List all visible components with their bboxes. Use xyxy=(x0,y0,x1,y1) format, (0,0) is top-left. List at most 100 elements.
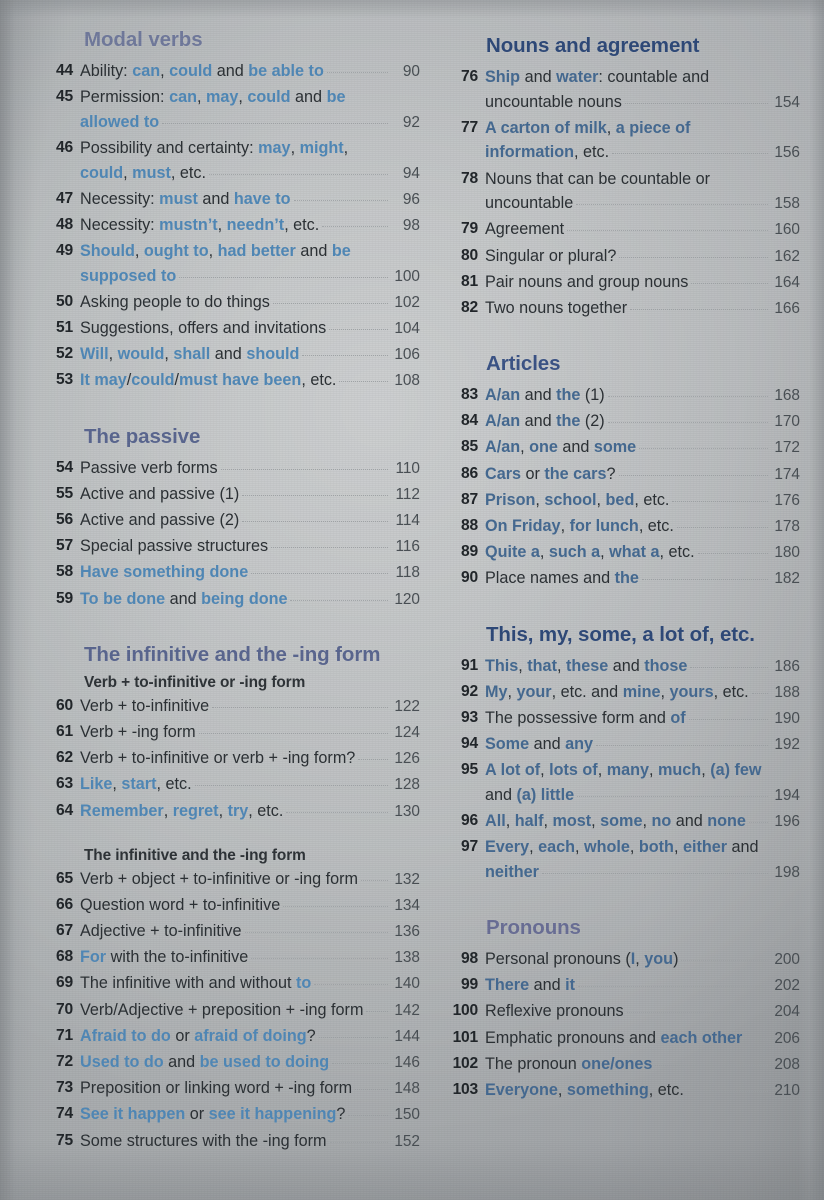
contents-entry[interactable]: 61 Verb + -ing form 124 xyxy=(50,720,420,746)
contents-entry[interactable]: 84 A/an and the (2) 170 xyxy=(452,409,800,435)
dotted-leader xyxy=(314,983,388,986)
entry-body: This, that, these and those 186 xyxy=(485,654,800,680)
contents-entry[interactable]: 71 Afraid to do or afraid of doing? 144 xyxy=(50,1024,420,1050)
contents-entry[interactable]: 64 Remember, regret, try, etc. 130 xyxy=(50,799,420,825)
contents-entry[interactable]: 82 Two nouns together 166 xyxy=(452,296,800,322)
dotted-leader xyxy=(329,328,388,331)
contents-entry[interactable]: 44 Ability: can, could and be able to 90 xyxy=(50,59,420,85)
contents-entry[interactable]: 67 Adjective + to-infinitive 136 xyxy=(50,919,420,945)
contents-entry[interactable]: 81 Pair nouns and group nouns 164 xyxy=(452,270,800,296)
grammar-term: half xyxy=(514,812,544,831)
contents-entry[interactable]: 83 A/an and the (1) 168 xyxy=(452,383,800,409)
contents-entry[interactable]: 55 Active and passive (1) 112 xyxy=(50,482,420,508)
entry-page-number: 170 xyxy=(774,413,800,431)
contents-entry[interactable]: 75 Some structures with the -ing form 152 xyxy=(50,1129,420,1155)
dotted-leader xyxy=(630,308,768,310)
entry-body: Afraid to do or afraid of doing? 144 xyxy=(80,1024,420,1050)
plain-text: Reflexive pronouns xyxy=(485,1002,624,1021)
contents-entry[interactable]: 48 Necessity: mustn’t, needn’t, etc. 98 xyxy=(50,213,420,239)
contents-entry[interactable]: 60 Verb + to-infinitive 122 xyxy=(50,694,420,720)
contents-entry[interactable]: 100 Reflexive pronouns 204 xyxy=(452,999,800,1025)
contents-entry[interactable]: 52 Will, would, shall and should 106 xyxy=(50,342,420,368)
contents-entry[interactable]: 92 My, your, etc. and mine, yours, etc. 18… xyxy=(452,680,800,706)
contents-entry[interactable]: 85 A/an, one and some 172 xyxy=(452,435,800,461)
contents-entry[interactable]: 78 Nouns that can be countable or uncounta… xyxy=(452,167,800,217)
contents-entry[interactable]: 101 Emphatic pronouns and each other 206 xyxy=(452,1026,800,1052)
plain-text: Adjective + to-infinitive xyxy=(80,922,242,941)
contents-entry[interactable]: 76 Ship and water: countable and uncountab… xyxy=(452,65,800,115)
dotted-leader xyxy=(624,102,768,104)
contents-entry[interactable]: 87 Prison, school, bed, etc. 176 xyxy=(452,488,800,514)
entry-title-text: For with the to-infinitive xyxy=(80,945,250,970)
entry-number: 44 xyxy=(56,62,73,79)
contents-entry[interactable]: 53 It may/could/must have been, etc. 108 xyxy=(50,368,420,394)
entry-page-number: 172 xyxy=(774,439,800,457)
entry-title-text: uncountable xyxy=(485,191,575,216)
contents-entry[interactable]: 54 Passive verb forms 110 xyxy=(50,456,420,482)
contents-entry[interactable]: 97 Every, each, whole, both, either and ne… xyxy=(452,835,800,885)
contents-entry[interactable]: 63 Like, start, etc. 128 xyxy=(50,772,420,798)
grammar-term: a piece of xyxy=(615,118,691,137)
entry-number: 64 xyxy=(56,801,73,819)
entry-body: See it happen or see it happening? 150 xyxy=(80,1102,420,1128)
entry-title-line-last: For with the to-infinitive 138 xyxy=(80,945,420,971)
plain-text: Nouns that can be countable or xyxy=(485,169,710,188)
contents-entry[interactable]: 69 The infinitive with and without to 140 xyxy=(50,971,420,997)
contents-entry[interactable]: 96 All, half, most, some, no and none 196 xyxy=(452,809,800,835)
contents-entry[interactable]: 50 Asking people to do things 102 xyxy=(50,290,420,316)
contents-entry[interactable]: 68 For with the to-infinitive 138 xyxy=(50,945,420,971)
contents-entry[interactable]: 94 Some and any 192 xyxy=(452,732,800,758)
entry-number: 45 xyxy=(56,88,73,106)
contents-entry[interactable]: 58 Have something done 118 xyxy=(50,560,420,586)
contents-entry[interactable]: 70 Verb/Adjective + preposition + -ing fo… xyxy=(50,998,420,1024)
contents-entry[interactable]: 72 Used to do and be used to doing 146 xyxy=(50,1050,420,1076)
plain-text: Active and passive (2) xyxy=(80,511,240,530)
contents-entry[interactable]: 47 Necessity: must and have to 96 xyxy=(50,187,420,213)
entry-number: 87 xyxy=(461,490,478,508)
entry-title-line-last: Singular or plural? 162 xyxy=(485,244,800,270)
dotted-leader xyxy=(242,520,388,523)
entry-title-text: A lot of, lots of, many, much, (a) few xyxy=(485,761,763,779)
contents-entry[interactable]: 62 Verb + to-infinitive or verb + -ing fo… xyxy=(50,746,420,772)
dotted-leader xyxy=(332,1062,388,1065)
contents-entry[interactable]: 88 On Friday, for lunch, etc. 178 xyxy=(452,514,800,540)
contents-entry[interactable]: 45 Permission: can, may, could and be allo… xyxy=(50,85,420,135)
entry-body: The pronoun one/ones 208 xyxy=(485,1052,800,1078)
dotted-leader xyxy=(596,744,768,747)
contents-entry[interactable]: 66 Question word + to-infinitive 134 xyxy=(50,893,420,919)
contents-entry[interactable]: 102 The pronoun one/ones 208 xyxy=(452,1052,800,1078)
contents-entry[interactable]: 57 Special passive structures 116 xyxy=(50,534,420,560)
entry-number: 93 xyxy=(461,708,478,726)
contents-entry[interactable]: 77 A carton of milk, a piece of informatio… xyxy=(452,116,800,166)
contents-entry[interactable]: 80 Singular or plural? 162 xyxy=(452,244,800,270)
plain-text: , xyxy=(520,438,530,457)
contents-entry[interactable]: 95 A lot of, lots of, many, much, (a) few… xyxy=(452,758,800,808)
dotted-leader xyxy=(626,1011,768,1014)
contents-entry[interactable]: 91 This, that, these and those 186 xyxy=(452,654,800,680)
contents-entry[interactable]: 99 There and it 202 xyxy=(452,973,800,999)
grammar-term: be able to xyxy=(248,62,324,80)
contents-entry[interactable]: 49 Should, ought to, had better and be sup… xyxy=(50,239,420,289)
contents-entry[interactable]: 89 Quite a, such a, what a, etc. 180 xyxy=(452,540,800,566)
contents-entry[interactable]: 51 Suggestions, offers and invitations 104 xyxy=(50,316,420,342)
contents-entry[interactable]: 79 Agreement 160 xyxy=(452,217,800,243)
grammar-term: ought to xyxy=(143,242,209,261)
entry-title-line-last: and (a) little 194 xyxy=(485,783,800,809)
entry-title-line-last: Asking people to do things 102 xyxy=(80,290,420,316)
contents-entry[interactable]: 98 Personal pronouns (I, you) 200 xyxy=(452,947,800,973)
dotted-leader xyxy=(618,474,768,476)
contents-entry[interactable]: 56 Active and passive (2) 114 xyxy=(50,508,420,534)
contents-entry[interactable]: 90 Place names and the 182 xyxy=(452,566,800,592)
contents-entry[interactable]: 93 The possessive form and of 190 xyxy=(452,706,800,732)
entry-page-number: 104 xyxy=(394,320,420,338)
contents-entry[interactable]: 73 Preposition or linking word + -ing for… xyxy=(50,1076,420,1102)
contents-entry[interactable]: 65 Verb + object + to-infinitive or -ing … xyxy=(50,867,420,893)
contents-entry[interactable]: 86 Cars or the cars? 174 xyxy=(452,462,800,488)
contents-entry[interactable]: 46 Possibility and certainty: may, might,… xyxy=(50,136,420,186)
contents-entry[interactable]: 74 See it happen or see it happening? 150 xyxy=(50,1102,420,1128)
contents-entry[interactable]: 59 To be done and being done 120 xyxy=(50,587,420,613)
contents-entry[interactable]: 103 Everyone, something, etc. 210 xyxy=(452,1078,800,1104)
entry-title-text: neither xyxy=(485,860,541,885)
entry-title-text: Verb + object + to-infinitive or -ing fo… xyxy=(80,867,360,892)
